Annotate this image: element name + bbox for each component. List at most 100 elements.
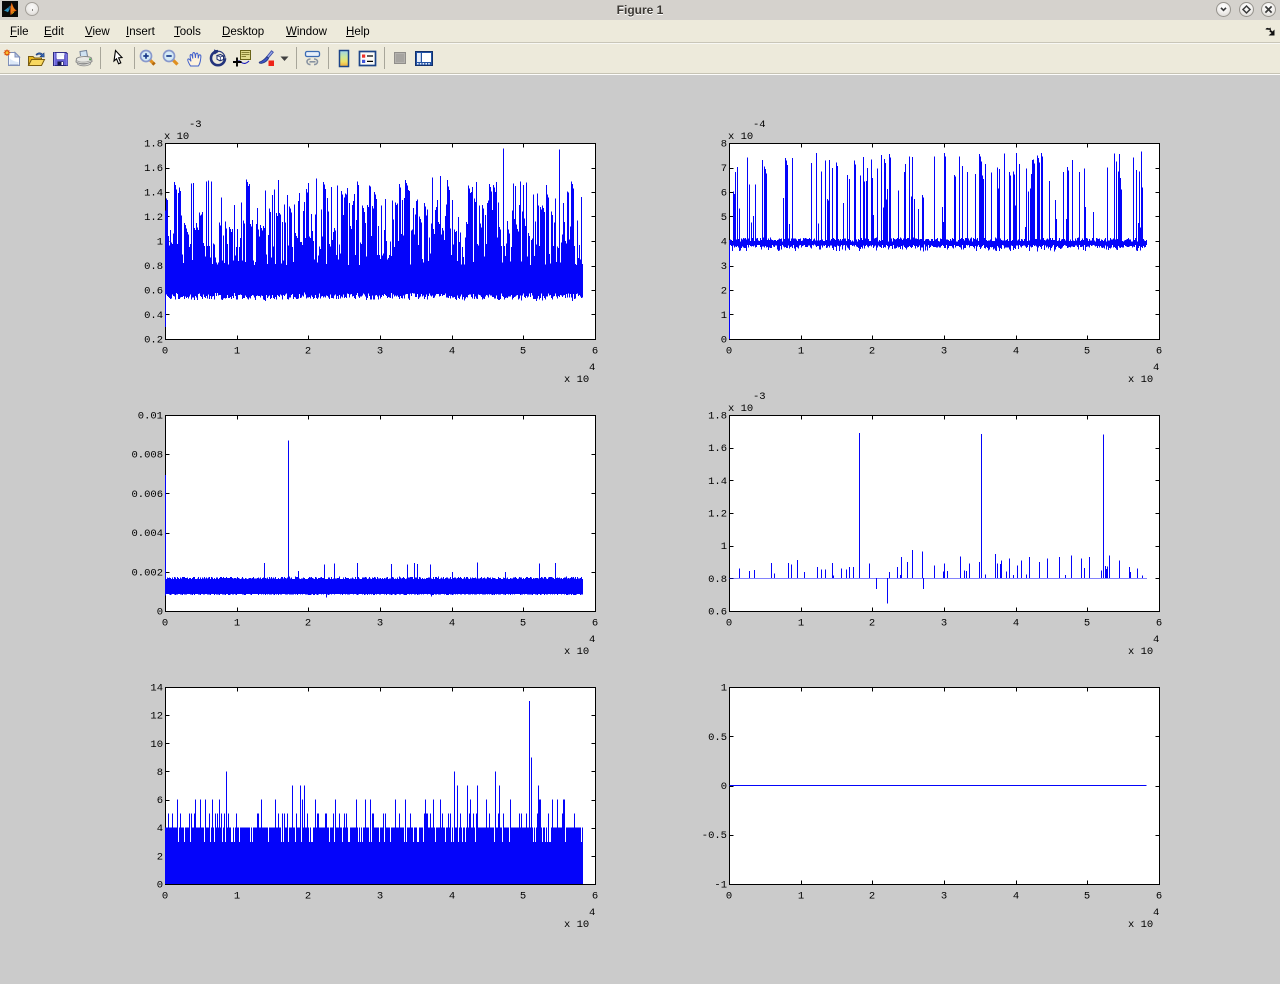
svg-text:1: 1 <box>721 683 727 695</box>
svg-text:0.006: 0.006 <box>131 489 163 501</box>
svg-text:1.8: 1.8 <box>708 411 727 423</box>
svg-text:5: 5 <box>520 891 526 903</box>
svg-text:0: 0 <box>721 335 727 347</box>
svg-text:4: 4 <box>449 891 455 903</box>
svg-text:1: 1 <box>721 541 727 553</box>
svg-text:8: 8 <box>721 139 727 151</box>
svg-text:x 10: x 10 <box>564 374 589 386</box>
svg-text:3: 3 <box>941 618 947 630</box>
svg-text:3: 3 <box>721 261 727 273</box>
svg-text:1: 1 <box>721 310 727 322</box>
svg-text:1.6: 1.6 <box>144 163 163 175</box>
svg-text:2: 2 <box>721 286 727 298</box>
svg-text:0: 0 <box>726 891 732 903</box>
svg-text:3: 3 <box>377 891 383 903</box>
svg-text:3: 3 <box>941 891 947 903</box>
svg-text:-3: -3 <box>189 119 202 131</box>
svg-text:x 10: x 10 <box>728 403 753 415</box>
svg-text:4: 4 <box>721 237 727 249</box>
svg-text:2: 2 <box>305 891 311 903</box>
svg-text:0: 0 <box>162 618 168 630</box>
svg-text:0.002: 0.002 <box>131 567 163 579</box>
svg-text:5: 5 <box>520 346 526 358</box>
svg-text:x 10: x 10 <box>564 646 589 658</box>
svg-text:x 10: x 10 <box>164 131 189 143</box>
svg-text:6: 6 <box>1156 891 1162 903</box>
svg-text:4: 4 <box>449 618 455 630</box>
svg-text:0: 0 <box>726 346 732 358</box>
svg-text:0: 0 <box>721 781 727 793</box>
svg-text:6: 6 <box>1156 346 1162 358</box>
svg-text:0.01: 0.01 <box>138 411 163 423</box>
svg-text:2: 2 <box>305 618 311 630</box>
svg-text:4: 4 <box>589 362 595 374</box>
svg-text:12: 12 <box>150 711 163 723</box>
svg-text:4: 4 <box>157 823 163 835</box>
svg-text:x 10: x 10 <box>1128 646 1153 658</box>
svg-text:4: 4 <box>1013 346 1019 358</box>
svg-text:1: 1 <box>798 618 804 630</box>
svg-text:6: 6 <box>157 795 163 807</box>
svg-text:10: 10 <box>150 739 163 751</box>
svg-text:x 10: x 10 <box>728 131 753 143</box>
svg-text:0.5: 0.5 <box>708 732 727 744</box>
svg-text:-1: -1 <box>714 880 727 892</box>
svg-text:0.008: 0.008 <box>131 450 163 462</box>
svg-text:x 10: x 10 <box>1128 374 1153 386</box>
svg-text:3: 3 <box>377 346 383 358</box>
svg-text:4: 4 <box>1153 362 1159 374</box>
svg-text:4: 4 <box>1153 634 1159 646</box>
svg-text:1.4: 1.4 <box>708 476 727 488</box>
svg-text:2: 2 <box>869 891 875 903</box>
svg-text:6: 6 <box>721 188 727 200</box>
svg-text:1.2: 1.2 <box>708 509 727 521</box>
svg-text:0.4: 0.4 <box>144 310 163 322</box>
svg-text:0: 0 <box>162 346 168 358</box>
svg-text:1: 1 <box>798 346 804 358</box>
svg-text:0.8: 0.8 <box>144 261 163 273</box>
svg-text:6: 6 <box>1156 618 1162 630</box>
svg-text:2: 2 <box>157 851 163 863</box>
svg-text:5: 5 <box>721 212 727 224</box>
svg-text:0.004: 0.004 <box>131 528 163 540</box>
svg-text:3: 3 <box>377 618 383 630</box>
svg-text:0: 0 <box>157 607 163 619</box>
svg-text:5: 5 <box>1084 891 1090 903</box>
svg-text:1.4: 1.4 <box>144 188 163 200</box>
svg-text:2: 2 <box>305 346 311 358</box>
svg-text:5: 5 <box>520 618 526 630</box>
svg-text:0: 0 <box>162 891 168 903</box>
svg-text:0: 0 <box>157 880 163 892</box>
svg-text:0: 0 <box>726 618 732 630</box>
svg-text:2: 2 <box>869 346 875 358</box>
svg-text:1: 1 <box>798 891 804 903</box>
svg-text:1: 1 <box>234 346 240 358</box>
svg-text:4: 4 <box>1013 618 1019 630</box>
svg-text:-0.5: -0.5 <box>702 830 727 842</box>
svg-text:1: 1 <box>234 618 240 630</box>
svg-text:6: 6 <box>592 618 598 630</box>
svg-text:0.6: 0.6 <box>708 607 727 619</box>
svg-text:4: 4 <box>449 346 455 358</box>
svg-text:6: 6 <box>592 346 598 358</box>
svg-text:4: 4 <box>589 634 595 646</box>
svg-text:5: 5 <box>1084 346 1090 358</box>
svg-text:1: 1 <box>157 237 163 249</box>
svg-text:2: 2 <box>869 618 875 630</box>
svg-text:6: 6 <box>592 891 598 903</box>
svg-text:-3: -3 <box>753 391 766 403</box>
svg-text:1.2: 1.2 <box>144 212 163 224</box>
svg-text:14: 14 <box>150 683 163 695</box>
svg-text:3: 3 <box>941 346 947 358</box>
svg-text:0.6: 0.6 <box>144 286 163 298</box>
svg-text:5: 5 <box>1084 618 1090 630</box>
svg-text:4: 4 <box>589 907 595 919</box>
svg-text:1.8: 1.8 <box>144 139 163 151</box>
svg-text:1.6: 1.6 <box>708 443 727 455</box>
svg-text:4: 4 <box>1013 891 1019 903</box>
svg-text:0.2: 0.2 <box>144 335 163 347</box>
svg-text:-4: -4 <box>753 119 766 131</box>
svg-text:1: 1 <box>234 891 240 903</box>
svg-text:x 10: x 10 <box>564 919 589 931</box>
svg-text:7: 7 <box>721 163 727 175</box>
